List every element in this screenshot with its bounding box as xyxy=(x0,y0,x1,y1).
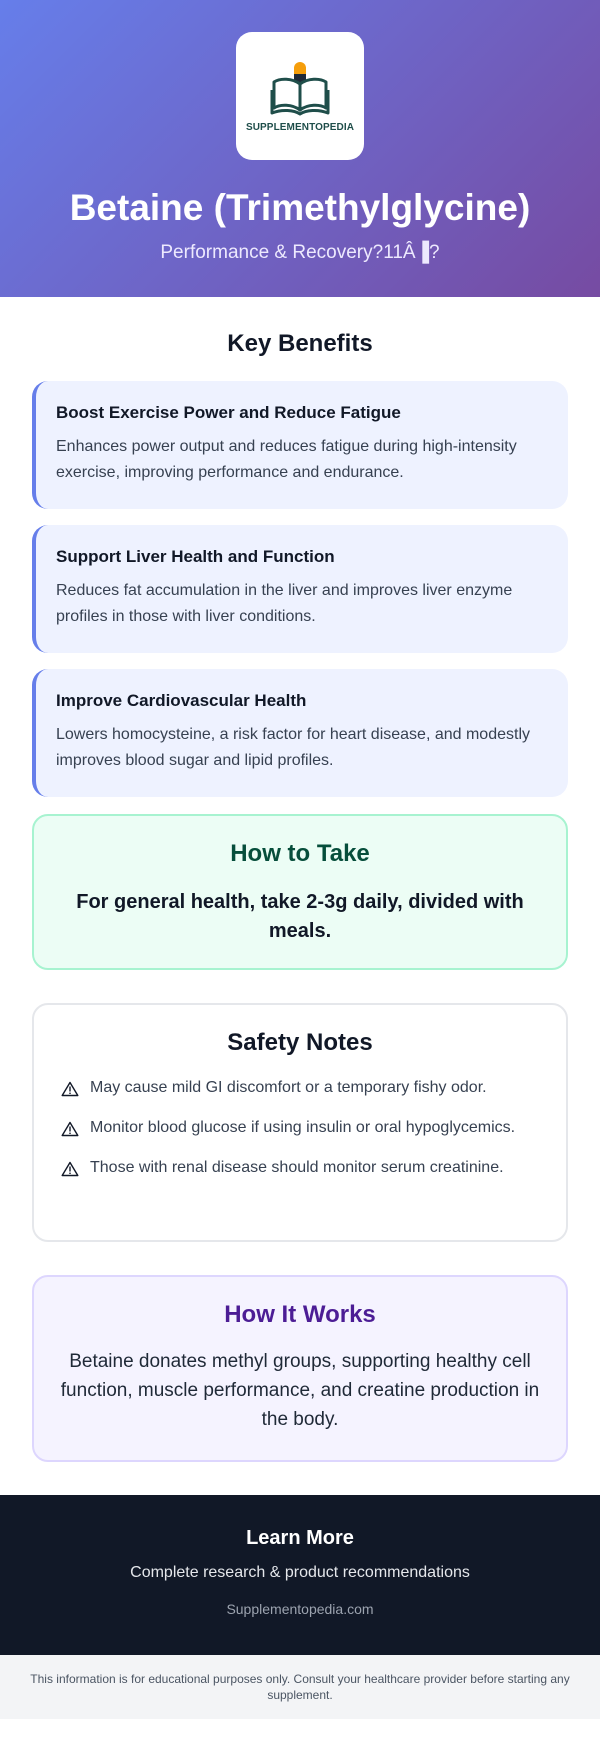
safety-item: Monitor blood glucose if using insulin o… xyxy=(60,1115,540,1141)
safety-item-text: Monitor blood glucose if using insulin o… xyxy=(90,1119,516,1136)
hero-header: SUPPLEMENTOPEDIA Betaine (Trimethylglyci… xyxy=(0,0,600,297)
key-benefits-section: Key Benefits Boost Exercise Power and Re… xyxy=(0,297,600,797)
safety-notes-section: Safety Notes May cause mild GI discomfor… xyxy=(32,1003,568,1242)
how-it-works-section: How It Works Betaine donates methyl grou… xyxy=(32,1275,568,1462)
benefit-description: Enhances power output and reduces fatigu… xyxy=(56,438,517,481)
page-title: Betaine (Trimethylglycine) xyxy=(69,187,531,228)
learn-more-heading: Learn More xyxy=(246,1527,354,1549)
safety-item-text: May cause mild GI discomfort or a tempor… xyxy=(90,1079,487,1096)
benefit-title: Boost Exercise Power and Reduce Fatigue xyxy=(56,403,401,422)
benefit-description: Reduces fat accumulation in the liver an… xyxy=(56,582,513,625)
benefit-card: Boost Exercise Power and Reduce Fatigue … xyxy=(32,381,568,509)
safety-item: Those with renal disease should monitor … xyxy=(60,1155,540,1181)
disclaimer-text: This information is for educational purp… xyxy=(0,1655,600,1719)
warning-icon xyxy=(61,1121,79,1137)
brand-logo[interactable]: SUPPLEMENTOPEDIA xyxy=(236,32,364,160)
mechanism-text: Betaine donates methyl groups, supportin… xyxy=(60,1351,540,1430)
learn-more-subtitle: Complete research & product recommendati… xyxy=(130,1564,470,1581)
benefit-card: Improve Cardiovascular Health Lowers hom… xyxy=(32,669,568,797)
dosage-text: For general health, take 2-3g daily, div… xyxy=(76,891,524,942)
learn-more-footer: Learn More Complete research & product r… xyxy=(0,1495,600,1655)
logo-wordmark: SUPPLEMENTOPEDIA xyxy=(245,121,355,133)
how-it-works-heading: How It Works xyxy=(224,1301,376,1328)
benefit-title: Improve Cardiovascular Health xyxy=(56,691,307,710)
safety-item-text: Those with renal disease should monitor … xyxy=(90,1159,504,1176)
safety-notes-heading: Safety Notes xyxy=(227,1029,373,1056)
benefit-title: Support Liver Health and Function xyxy=(56,547,335,566)
site-link[interactable]: Supplementopedia.com xyxy=(226,1601,373,1617)
how-to-take-heading: How to Take xyxy=(230,840,370,867)
warning-icon xyxy=(61,1161,79,1177)
key-benefits-heading: Key Benefits xyxy=(227,330,373,357)
benefit-description: Lowers homocysteine, a risk factor for h… xyxy=(56,726,530,769)
safety-item: May cause mild GI discomfort or a tempor… xyxy=(60,1075,540,1101)
page-subtitle: Performance & Recovery?11Â▐? xyxy=(160,241,440,263)
benefit-card: Support Liver Health and Function Reduce… xyxy=(32,525,568,653)
book-capsule-logo-icon xyxy=(270,61,330,115)
warning-icon xyxy=(61,1081,79,1097)
how-to-take-section: How to Take For general health, take 2-3… xyxy=(32,814,568,970)
